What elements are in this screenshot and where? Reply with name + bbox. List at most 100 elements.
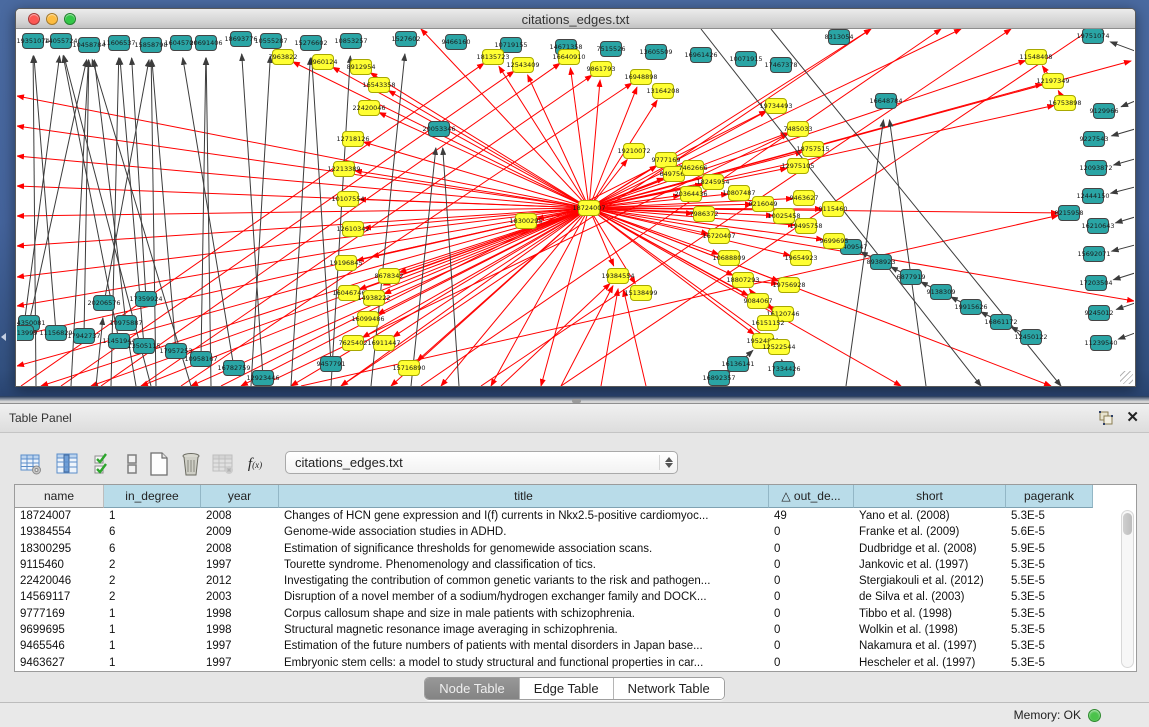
graph-node-label: 12610342 xyxy=(336,225,369,233)
column-header-title[interactable]: title xyxy=(279,485,769,508)
table-cell: 5.3E-5 xyxy=(1006,589,1093,605)
graph-node-label: 9115460 xyxy=(819,205,848,213)
graph-edge xyxy=(1116,217,1134,223)
close-icon[interactable]: ✕ xyxy=(1126,409,1139,426)
table-select[interactable]: citations_edges.txt xyxy=(285,451,678,474)
status-bar: Memory: OK xyxy=(0,702,1149,727)
tab-edge-table[interactable]: Edge Table xyxy=(519,678,613,699)
table-cell: Estimation of significance thresholds fo… xyxy=(279,541,769,557)
table-cell: 5.3E-5 xyxy=(1006,606,1093,622)
table-cell: 0 xyxy=(769,557,854,573)
graph-edge xyxy=(151,60,156,386)
graph-node-label: 19384554 xyxy=(601,272,634,280)
column-header-pagerank[interactable]: pagerank xyxy=(1006,485,1093,508)
graph-node-label: 17359924 xyxy=(129,295,162,303)
table-cell: 2 xyxy=(104,589,201,605)
table-cell: Franke et al. (2009) xyxy=(854,524,1006,540)
memory-status-icon[interactable] xyxy=(1088,709,1101,722)
table-select-value: citations_edges.txt xyxy=(286,455,659,470)
window-resize-grip[interactable] xyxy=(1120,371,1133,384)
table-row[interactable]: 1830029562008Estimation of significance … xyxy=(15,541,1136,557)
graph-node-label: 9084067 xyxy=(744,297,773,305)
table-row[interactable]: 946554611997Estimation of the future num… xyxy=(15,638,1136,654)
graph-edge xyxy=(499,66,589,208)
column-visibility-icon[interactable] xyxy=(54,451,80,477)
column-header-in-degree[interactable]: in_degree xyxy=(104,485,201,508)
graph-edge xyxy=(1112,245,1134,251)
table-options-icon[interactable] xyxy=(18,451,44,477)
column-header-out-degree[interactable]: △ out_de... xyxy=(769,485,854,508)
graph-node-label: 17203504 xyxy=(1079,279,1112,287)
graph-node-label: 17942737 xyxy=(67,332,100,340)
table-scrollbar[interactable] xyxy=(1121,510,1134,668)
table-row[interactable]: 1872400712008Changes of HCN gene express… xyxy=(15,508,1136,524)
graph-node-label: 16911447 xyxy=(367,339,400,347)
window-titlebar[interactable]: citations_edges.txt xyxy=(16,9,1135,29)
delete-table-icon[interactable] xyxy=(178,451,204,477)
graph-node-label: 16640910 xyxy=(552,53,585,61)
graph-node-label: 12450122 xyxy=(1014,333,1047,341)
table-cell: 1998 xyxy=(201,622,279,638)
memory-status-label: Memory: OK xyxy=(1014,708,1081,722)
graph-edge xyxy=(104,60,149,303)
table-row[interactable]: 911546021997Tourette syndrome. Phenomeno… xyxy=(15,557,1136,573)
graph-edge xyxy=(23,56,60,333)
graph-node-label: 9457791 xyxy=(317,360,346,368)
table-cell: 2012 xyxy=(201,573,279,589)
table-cell: 1997 xyxy=(201,557,279,573)
graph-node-label: 20364436 xyxy=(674,190,707,198)
table-cell: 6 xyxy=(104,541,201,557)
delete-column-icon[interactable] xyxy=(210,451,236,477)
table-cell: 9699695 xyxy=(15,622,104,638)
network-graph[interactable]: 1935107414055724104587841160653715858798… xyxy=(17,29,1134,386)
graph-edge xyxy=(1116,303,1134,309)
graph-edge xyxy=(94,60,126,323)
function-builder-icon[interactable]: f(x) xyxy=(242,451,268,477)
table-cell: Investigating the contribution of common… xyxy=(279,573,769,589)
graph-node-label: 15858798 xyxy=(134,41,167,49)
rows-icon[interactable] xyxy=(119,451,145,477)
graph-node-label: 8938923 xyxy=(867,258,896,266)
table-row[interactable]: 969969511998Structural magnetic resonanc… xyxy=(15,622,1136,638)
table-row[interactable]: 1938455462009Genome-wide association stu… xyxy=(15,524,1136,540)
graph-edge xyxy=(1111,187,1134,193)
window-title: citations_edges.txt xyxy=(16,12,1135,27)
table-cell: 2008 xyxy=(201,508,279,524)
graph-edge xyxy=(242,54,263,378)
graph-node-label: 9861793 xyxy=(587,65,616,73)
table-cell: 9465546 xyxy=(15,638,104,654)
table-row[interactable]: 946362711997Embryonic stem cells: a mode… xyxy=(15,655,1136,671)
new-table-icon[interactable] xyxy=(146,451,172,477)
table-row[interactable]: 2242004622012Investigating the contribut… xyxy=(15,573,1136,589)
table-cell: Jankovic et al. (1997) xyxy=(854,557,1006,573)
graph-node-label: 19654923 xyxy=(784,254,817,262)
tab-node-table[interactable]: Node Table xyxy=(425,678,519,699)
table-scrollbar-thumb[interactable] xyxy=(1123,513,1132,535)
table-row[interactable]: 977716911998Corpus callosum shape and si… xyxy=(15,606,1136,622)
graph-node-label: 12522544 xyxy=(762,343,795,351)
graph-node-label: 10719155 xyxy=(494,41,527,49)
row-selection-icon[interactable] xyxy=(90,451,116,477)
column-header-short[interactable]: short xyxy=(854,485,1006,508)
table-cell: 19384554 xyxy=(15,524,104,540)
table-cell: 0 xyxy=(769,622,854,638)
collapse-panel-arrow[interactable] xyxy=(1,333,6,341)
graph-node-label: 16210643 xyxy=(1081,222,1114,230)
column-header-year[interactable]: year xyxy=(201,485,279,508)
table-cell: 5.6E-5 xyxy=(1006,524,1093,540)
table-cell: 1 xyxy=(104,655,201,671)
table-body: 1872400712008Changes of HCN gene express… xyxy=(15,508,1136,671)
graph-node-label: 9245012 xyxy=(1085,309,1114,317)
table-row[interactable]: 1456911722003Disruption of a novel membe… xyxy=(15,589,1136,605)
table-cell: 9463627 xyxy=(15,655,104,671)
node-table: name in_degree year title △ out_de... sh… xyxy=(14,484,1137,672)
column-header-name[interactable]: name xyxy=(15,485,104,508)
network-canvas[interactable]: 1935107414055724104587841160653715858798… xyxy=(17,29,1134,386)
tab-network-table[interactable]: Network Table xyxy=(613,678,724,699)
table-toolbar: f(x) citations_edges.txt xyxy=(0,433,1149,481)
float-window-icon[interactable] xyxy=(1098,410,1114,426)
table-cell: Corpus callosum shape and size in male p… xyxy=(279,606,769,622)
table-tabs: Node Table Edge Table Network Table xyxy=(0,674,1149,703)
table-cell: Hescheler et al. (1997) xyxy=(854,655,1006,671)
table-cell: 0 xyxy=(769,606,854,622)
